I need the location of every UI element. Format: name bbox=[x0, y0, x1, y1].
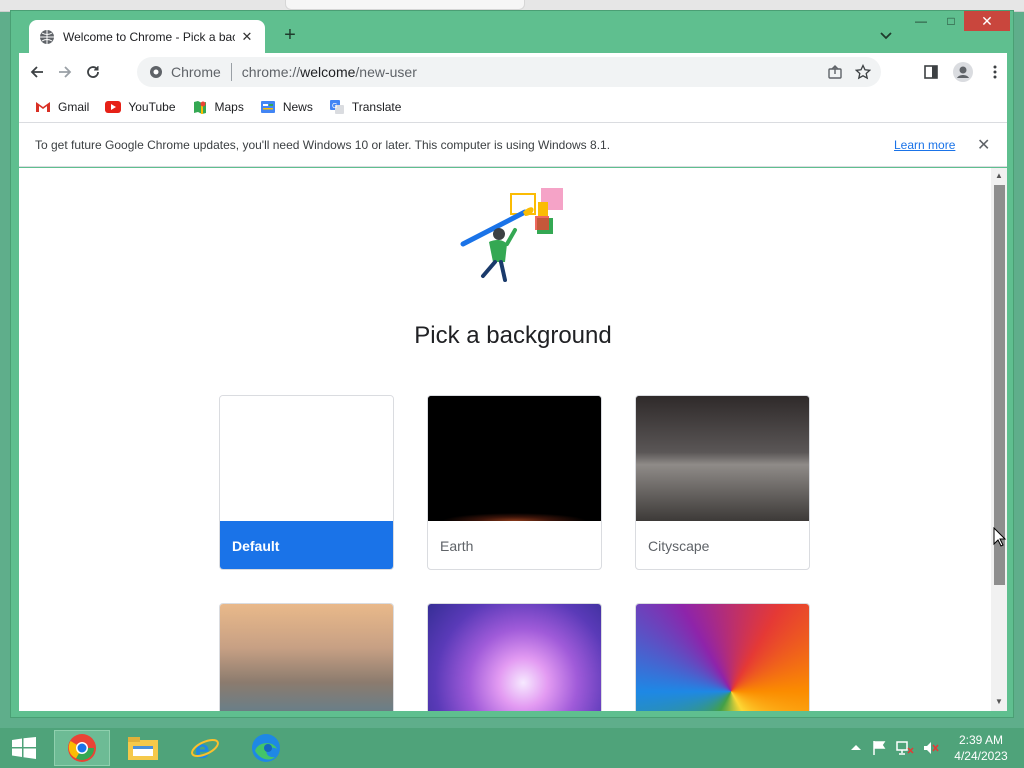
mouse-cursor-icon bbox=[993, 527, 1007, 547]
background-preview bbox=[636, 396, 809, 521]
background-card-galaxy[interactable] bbox=[427, 603, 602, 711]
bookmark-label: YouTube bbox=[128, 99, 176, 114]
background-card-landscape[interactable] bbox=[219, 603, 394, 711]
background-card-earth[interactable]: Earth bbox=[427, 395, 602, 570]
new-tab-button[interactable]: + bbox=[279, 25, 301, 47]
svg-text:G: G bbox=[332, 103, 337, 110]
forward-arrow-icon[interactable] bbox=[51, 58, 79, 86]
scroll-down-arrow-icon[interactable]: ▼ bbox=[995, 698, 1003, 706]
volume-muted-icon[interactable] bbox=[922, 740, 940, 756]
background-window-edge bbox=[285, 0, 525, 10]
bookmark-youtube[interactable]: YouTube bbox=[105, 99, 176, 114]
card-label: Default bbox=[220, 521, 393, 569]
share-icon[interactable] bbox=[821, 58, 849, 86]
chrome-site-icon bbox=[150, 66, 162, 78]
site-label: Chrome bbox=[171, 64, 221, 80]
windows-taskbar: e 2:39 AM 4/24/2023 bbox=[0, 728, 1024, 768]
flag-icon[interactable] bbox=[872, 740, 888, 756]
page-scrollbar[interactable]: ▲ ▼ bbox=[991, 168, 1007, 711]
bookmark-label: Gmail bbox=[58, 99, 90, 114]
minimize-button[interactable]: — bbox=[909, 11, 933, 31]
painter-illustration bbox=[460, 188, 563, 282]
background-preview bbox=[220, 604, 393, 711]
bookmark-gmail[interactable]: Gmail bbox=[35, 100, 89, 114]
taskbar-clock[interactable]: 2:39 AM 4/24/2023 bbox=[946, 732, 1016, 764]
news-icon bbox=[260, 100, 275, 113]
bookmark-news[interactable]: News bbox=[260, 100, 313, 114]
svg-text:e: e bbox=[195, 734, 209, 763]
scroll-thumb[interactable] bbox=[994, 185, 1005, 585]
bookmark-label: Maps bbox=[214, 99, 244, 114]
infobar-close-icon[interactable]: ✕ bbox=[977, 135, 990, 155]
background-preview bbox=[428, 396, 601, 521]
youtube-icon bbox=[105, 100, 122, 113]
background-card-cityscape[interactable]: Cityscape bbox=[635, 395, 810, 570]
bookmark-translate[interactable]: G Translate bbox=[329, 99, 402, 115]
windows-start-icon[interactable] bbox=[0, 730, 48, 766]
globe-icon bbox=[40, 29, 54, 44]
infobar-message: To get future Google Chrome updates, you… bbox=[35, 137, 611, 152]
page-heading: Pick a background bbox=[414, 322, 612, 349]
chevron-up-icon[interactable] bbox=[850, 743, 862, 753]
bookmark-label: Translate bbox=[351, 99, 402, 114]
profile-avatar-icon[interactable] bbox=[949, 58, 977, 86]
gmail-icon bbox=[36, 101, 50, 112]
address-bar[interactable]: Chrome chrome://welcome/new-user bbox=[137, 57, 881, 87]
learn-more-link[interactable]: Learn more bbox=[894, 138, 955, 152]
navigation-toolbar: Chrome chrome://welcome/new-user bbox=[19, 53, 1007, 91]
edge-icon[interactable] bbox=[238, 730, 294, 766]
chrome-window: Welcome to Chrome - Pick a background ✕ … bbox=[10, 10, 1014, 718]
bookmark-star-icon[interactable] bbox=[849, 58, 877, 86]
url-text: chrome://welcome/new-user bbox=[241, 64, 417, 80]
card-label: Cityscape bbox=[648, 538, 710, 554]
chrome-icon[interactable] bbox=[54, 730, 110, 766]
reload-icon[interactable] bbox=[79, 58, 107, 86]
file-explorer-icon[interactable] bbox=[115, 730, 171, 766]
translate-icon: G bbox=[329, 99, 344, 114]
welcome-page: Pick a background Default Earth Cityscap… bbox=[19, 168, 1007, 711]
background-preview bbox=[428, 604, 601, 711]
bookmark-maps[interactable]: Maps bbox=[192, 99, 244, 115]
omnibox-actions bbox=[821, 57, 881, 87]
system-tray bbox=[850, 728, 940, 768]
tab-welcome[interactable]: Welcome to Chrome - Pick a background ✕ bbox=[29, 20, 265, 53]
card-label: Earth bbox=[440, 538, 474, 554]
maps-icon bbox=[193, 100, 206, 114]
tab-title: Welcome to Chrome - Pick a background bbox=[63, 29, 235, 44]
omnibox-divider bbox=[230, 63, 232, 81]
bookmark-label: News bbox=[282, 99, 313, 114]
clock-date: 4/24/2023 bbox=[954, 749, 1008, 763]
maximize-button[interactable]: □ bbox=[939, 11, 963, 31]
background-card-default[interactable]: Default bbox=[219, 395, 394, 570]
network-icon[interactable] bbox=[896, 740, 914, 756]
background-preview bbox=[636, 604, 809, 711]
background-preview bbox=[220, 396, 393, 521]
update-infobar: To get future Google Chrome updates, you… bbox=[19, 122, 1007, 167]
tab-close-icon[interactable]: ✕ bbox=[239, 29, 255, 45]
tab-search-chevron-down-icon[interactable] bbox=[877, 26, 895, 44]
background-card-geometric[interactable] bbox=[635, 603, 810, 711]
more-options-icon[interactable] bbox=[981, 58, 1009, 86]
close-window-button[interactable]: ✕ bbox=[964, 11, 1010, 31]
clock-time: 2:39 AM bbox=[958, 733, 1004, 747]
scroll-up-arrow-icon[interactable]: ▲ bbox=[995, 172, 1003, 180]
bookmarks-bar: Gmail YouTube Maps News G Translate bbox=[19, 91, 1007, 122]
side-panel-icon[interactable] bbox=[917, 58, 945, 86]
internet-explorer-icon[interactable]: e bbox=[177, 730, 233, 766]
title-bar: Welcome to Chrome - Pick a background ✕ … bbox=[11, 11, 1013, 53]
back-arrow-icon[interactable] bbox=[23, 58, 51, 86]
